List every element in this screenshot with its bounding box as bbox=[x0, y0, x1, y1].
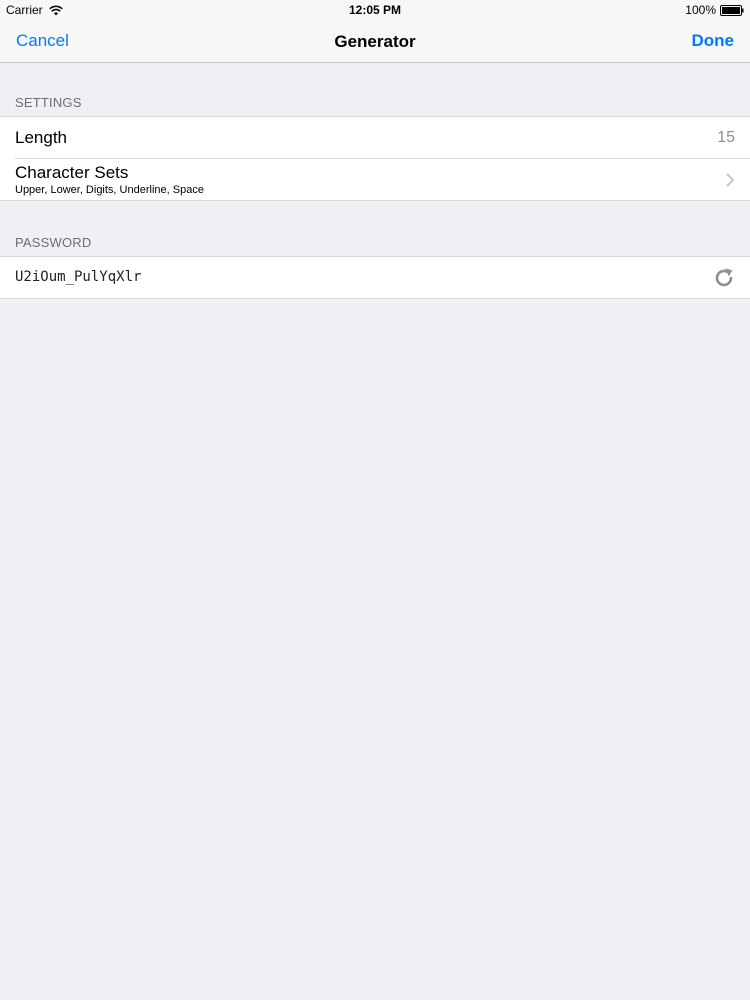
password-row[interactable]: U2iOum_PulYqXlr bbox=[0, 257, 750, 298]
page-title: Generator bbox=[334, 32, 416, 51]
status-time: 12:05 PM bbox=[348, 3, 402, 17]
password-section-header: PASSWORD bbox=[15, 235, 92, 250]
cancel-button[interactable]: Cancel bbox=[16, 31, 69, 51]
password-group: U2iOum_PulYqXlr bbox=[0, 256, 750, 299]
character-sets-row[interactable]: Character Sets Upper, Lower, Digits, Und… bbox=[0, 158, 750, 200]
length-value: 15 bbox=[717, 129, 735, 146]
status-bar: Carrier 12:05 PM 100% bbox=[0, 0, 750, 20]
character-sets-label: Character Sets bbox=[15, 163, 129, 182]
length-label: Length bbox=[15, 128, 67, 147]
generated-password[interactable]: U2iOum_PulYqXlr bbox=[15, 269, 141, 285]
done-button[interactable]: Done bbox=[692, 31, 735, 51]
refresh-glyph bbox=[715, 268, 733, 287]
settings-group: Length 15 Character Sets Upper, Lower, D… bbox=[0, 116, 750, 201]
length-row[interactable]: Length 15 bbox=[0, 117, 750, 158]
chevron-right-icon bbox=[726, 173, 734, 187]
battery-percent: 100% bbox=[685, 3, 716, 17]
generator-screen: Carrier 12:05 PM 100% Cancel Generator D… bbox=[0, 0, 750, 1000]
battery-icon bbox=[720, 4, 744, 16]
status-right: 100% bbox=[685, 3, 744, 17]
navigation-bar: Cancel Generator Done bbox=[0, 20, 750, 63]
character-sets-value: Upper, Lower, Digits, Underline, Space bbox=[15, 184, 204, 196]
settings-section-header: SETTINGS bbox=[15, 95, 82, 110]
refresh-icon[interactable] bbox=[712, 266, 736, 290]
